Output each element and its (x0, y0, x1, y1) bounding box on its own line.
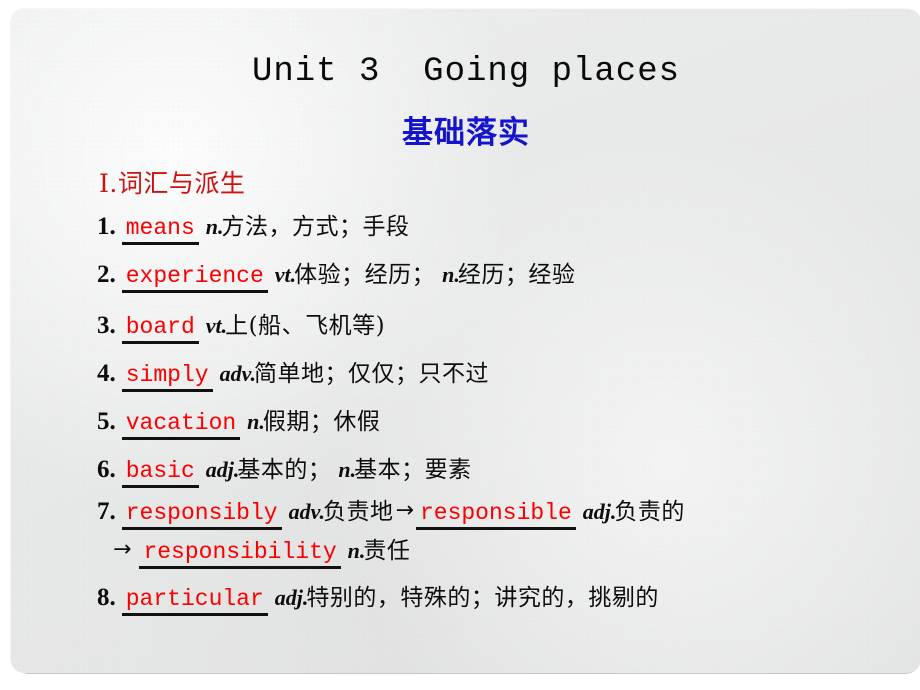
item-number: 2. (97, 261, 116, 288)
item-number: 8. (97, 584, 116, 611)
vocab-item: 1. means n.方法，方式；手段 (97, 213, 410, 246)
definition-text: 基本的； (237, 457, 332, 483)
answer-blank-secondary[interactable]: responsible (415, 501, 576, 531)
vocab-item: 8. particular adj.特别的，特殊的；讲究的，挑剔的 (97, 584, 659, 617)
answer-blank[interactable]: responsibly (121, 501, 282, 531)
definition-text: 特别的，特殊的；讲究的，挑剔的 (306, 585, 659, 611)
definition-text: 上(船、飞机等) (225, 313, 386, 339)
answer-blank[interactable]: vacation (121, 411, 241, 441)
item-number: 4. (97, 360, 116, 387)
vocab-item: 2. experience vt.体验；经历； n.经历；经验 (97, 261, 576, 294)
item-number: 1. (97, 213, 116, 240)
answer-blank[interactable]: simply (121, 363, 213, 393)
item-number: 6. (97, 456, 116, 483)
vocab-item: 4. simply adv.简单地；仅仅；只不过 (97, 360, 490, 393)
part-of-speech: adv. (288, 499, 326, 524)
slide-surface: Unit 3 Going places 基础落实 Ⅰ.词汇与派生 1. means… (10, 8, 920, 673)
answer-blank[interactable]: basic (121, 459, 199, 489)
vocab-item: 6. basic adj.基本的； n.基本；要素 (97, 456, 472, 489)
answer-blank[interactable]: particular (121, 587, 268, 617)
definition-text: 方法，方式；手段 (221, 214, 410, 240)
vocab-item: 3. board vt.上(船、飞机等) (97, 312, 386, 345)
item-number: 3. (97, 312, 116, 339)
presentation-slide: Unit 3 Going places 基础落实 Ⅰ.词汇与派生 1. means… (0, 0, 920, 690)
item-number: 7. (97, 498, 116, 525)
part-of-speech: adj. (274, 585, 309, 610)
answer-blank[interactable]: means (121, 216, 199, 246)
section-heading-vocabulary: Ⅰ.词汇与派生 (99, 169, 246, 198)
vocab-item: 5. vacation n.假期；休假 (97, 408, 381, 441)
definition-text: 负责地 (323, 499, 394, 525)
definition-text-tertiary: 责任 (363, 538, 411, 564)
slide-title: Unit 3 Going places (251, 53, 681, 91)
answer-blank[interactable]: board (121, 315, 199, 345)
item-number: 5. (97, 408, 116, 435)
part-of-speech: adv. (219, 361, 257, 386)
definition-text-secondary: 负责的 (614, 499, 685, 525)
answer-blank-tertiary[interactable]: responsibility (139, 540, 341, 570)
derivation-arrow-icon: → (395, 498, 414, 523)
vocab-item: 7. responsibly adv.负责地→ responsible adj.负责的 (97, 498, 685, 531)
vocab-item-continuation: → responsibility n.责任 (97, 537, 411, 570)
definition-text: 体验；经历； (294, 262, 436, 288)
definition-text: 假期；休假 (262, 409, 381, 435)
part-of-speech: vt. (205, 313, 228, 338)
part-of-speech: adj. (205, 457, 240, 482)
definition-text: 简单地；仅仅；只不过 (254, 361, 490, 387)
slide-subtitle: 基础落实 (402, 115, 530, 151)
derivation-arrow-icon-second: → (113, 537, 132, 562)
definition-text-secondary: 基本；要素 (354, 457, 472, 483)
definition-text-secondary: 经历；经验 (457, 262, 576, 288)
answer-blank[interactable]: experience (121, 264, 268, 294)
part-of-speech-secondary: adj. (582, 499, 617, 524)
part-of-speech: vt. (274, 262, 297, 287)
